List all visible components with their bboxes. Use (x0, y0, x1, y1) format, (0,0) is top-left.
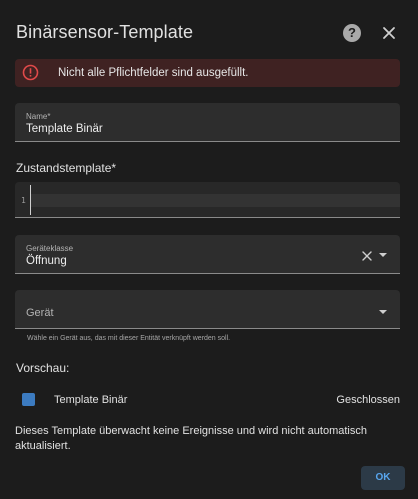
preview-entity-state: Geschlossen (336, 394, 400, 406)
state-template-label: Zustandstemplate* (16, 161, 117, 175)
required-fields-alert: Nicht alle Pflichtfelder sind ausgefüllt… (15, 59, 400, 87)
preview-entity-name: Template Binär (54, 394, 128, 406)
binary-sensor-template-dialog: Binärsensor-Template ? Nicht alle Pflich… (0, 0, 418, 499)
active-line-highlight (31, 194, 400, 207)
line-number: 1 (21, 196, 26, 205)
preview-entity-row: Template Binär Geschlossen (15, 388, 400, 412)
ok-button[interactable]: OK (361, 466, 405, 490)
device-placeholder: Gerät (26, 307, 54, 319)
close-icon[interactable] (379, 23, 399, 43)
preview-label: Vorschau: (16, 361, 70, 375)
help-icon[interactable]: ? (343, 24, 361, 42)
menu-down-icon[interactable] (379, 253, 387, 257)
name-field[interactable]: Name* Template Binär (15, 103, 400, 142)
device-helper-text: Wähle ein Gerät aus, das mit dieser Enti… (27, 335, 231, 342)
text-cursor (30, 185, 31, 215)
name-field-value[interactable]: Template Binär (26, 123, 103, 135)
clear-icon[interactable] (361, 249, 373, 261)
device-class-value: Öffnung (26, 255, 67, 267)
device-class-label: Geräteklasse (26, 244, 74, 253)
device-select[interactable]: Gerät (15, 290, 400, 329)
dialog-title: Binärsensor-Template (16, 22, 194, 42)
name-field-label: Name* (26, 112, 51, 121)
code-gutter: 1 (15, 182, 30, 217)
device-class-select[interactable]: Geräteklasse Öffnung (15, 235, 400, 274)
alert-message: Nicht alle Pflichtfelder sind ausgefüllt… (58, 67, 249, 79)
preview-info-text: Dieses Template überwacht keine Ereignis… (15, 425, 367, 452)
state-template-editor[interactable]: 1 (15, 182, 400, 218)
menu-down-icon[interactable] (379, 310, 387, 314)
alert-circle-icon (22, 64, 39, 81)
square-icon (22, 393, 35, 406)
